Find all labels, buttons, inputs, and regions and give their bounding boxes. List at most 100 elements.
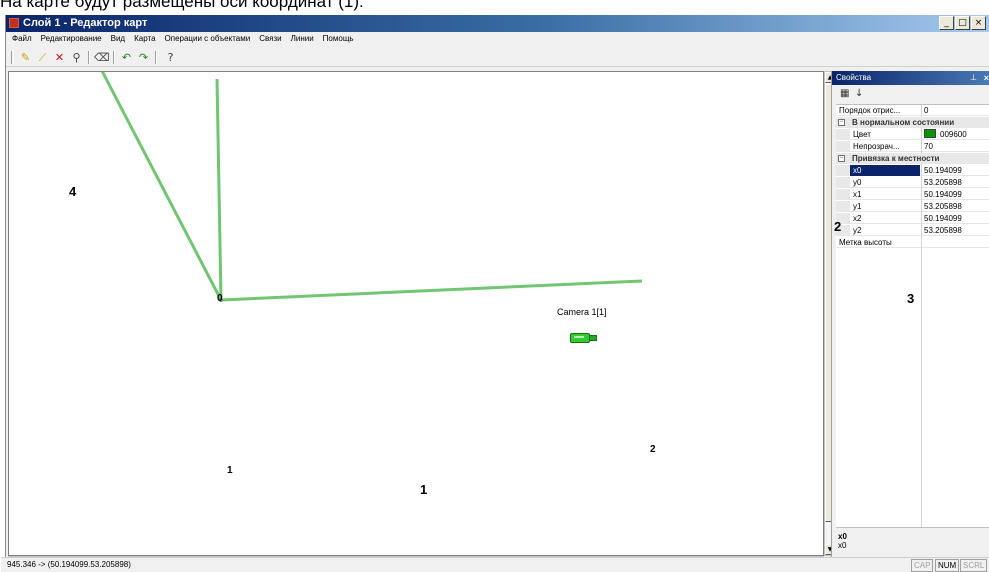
- menu-view[interactable]: Вид: [111, 32, 125, 46]
- properties-title-bar: Свойства ⊥ ×: [832, 71, 989, 85]
- property-name: y0: [853, 178, 862, 187]
- close-button[interactable]: ×: [971, 16, 986, 30]
- indicator-num: NUM: [935, 559, 960, 572]
- node-icon[interactable]: ⚲: [69, 50, 84, 65]
- map-canvas[interactable]: 0 1 2 Camera 1[1] 4 1: [8, 71, 824, 556]
- property-value-text: 0: [924, 106, 929, 115]
- alphabetical-sort-icon[interactable]: ↓: [855, 88, 863, 99]
- row-gutter: [836, 141, 850, 152]
- property-value-text: 70: [924, 142, 933, 151]
- property-value[interactable]: 53.205898: [921, 177, 989, 188]
- redo-icon[interactable]: ↷: [136, 50, 151, 65]
- property-name: Цвет: [853, 130, 871, 139]
- property-row[interactable]: x0 50.194099: [836, 165, 989, 176]
- annotation-4: 4: [69, 184, 77, 199]
- undo-icon[interactable]: ↶: [119, 50, 134, 65]
- row-gutter: [836, 129, 850, 140]
- description-text: x0: [838, 541, 847, 550]
- help-icon[interactable]: ?: [163, 50, 178, 65]
- property-value[interactable]: [921, 237, 989, 248]
- app-icon: [9, 18, 19, 28]
- color-swatch: [924, 129, 936, 138]
- menu-object-operations[interactable]: Операции с объектами: [165, 32, 251, 46]
- document-caption: На карте будут размещены оси координат (…: [0, 0, 364, 11]
- indicator-cap: CAP: [911, 559, 934, 572]
- property-row[interactable]: Непрозрач... 70: [836, 141, 989, 152]
- property-name: x2: [853, 214, 862, 223]
- toolbar-grip[interactable]: [11, 51, 14, 64]
- axis-label-0: 0: [217, 293, 223, 304]
- minimize-button[interactable]: _: [939, 16, 954, 30]
- category-label: Привязка к местности: [852, 154, 940, 163]
- property-value-text: 50.194099: [924, 214, 962, 223]
- status-coordinates: 945.346 -> (50.194099.53.205898): [7, 560, 131, 569]
- delete-icon[interactable]: ✕: [52, 50, 67, 65]
- row-gutter: [836, 201, 850, 212]
- property-value-text: 53.205898: [924, 202, 962, 211]
- property-name: x1: [853, 190, 862, 199]
- toolbar-separator: [88, 51, 90, 64]
- property-row[interactable]: Метка высоты: [836, 237, 989, 248]
- add-point-icon[interactable]: ✎: [18, 50, 33, 65]
- property-row[interactable]: y1 53.205898: [836, 201, 989, 212]
- property-name: Непрозрач...: [853, 142, 900, 151]
- property-value-text: 50.194099: [924, 190, 962, 199]
- description-title: x0: [838, 532, 847, 541]
- map-overlay: 0 1 2 Camera 1[1] 4 1: [9, 72, 823, 555]
- property-category[interactable]: − В нормальном состоянии: [836, 117, 989, 128]
- category-label: В нормальном состоянии: [852, 118, 955, 127]
- property-row[interactable]: y0 53.205898: [836, 177, 989, 188]
- erase-icon[interactable]: ⌫: [94, 50, 110, 65]
- menu-file[interactable]: Файл: [12, 32, 32, 46]
- property-category[interactable]: − Привязка к местности: [836, 153, 989, 164]
- property-value[interactable]: 0: [921, 105, 989, 116]
- camera-label: Camera 1[1]: [557, 307, 607, 317]
- annotation-1: 1: [420, 482, 428, 497]
- indicator-scrl: SCRL: [960, 559, 988, 572]
- collapse-icon[interactable]: −: [838, 119, 845, 126]
- toolbar-separator: [113, 51, 115, 64]
- properties-title: Свойства: [836, 73, 872, 82]
- property-value-text: 009600: [940, 130, 967, 139]
- collapse-icon[interactable]: −: [838, 155, 845, 162]
- menu-links[interactable]: Связи: [259, 32, 281, 46]
- property-name: y1: [853, 202, 862, 211]
- status-bar: 945.346 -> (50.194099.53.205898) CAP NUM…: [1, 557, 989, 572]
- property-name: x0: [850, 165, 920, 176]
- properties-toolbar: ▦ ↓: [832, 86, 989, 103]
- property-row[interactable]: x2 50.194099: [836, 213, 989, 224]
- draw-line-icon[interactable]: ⟋: [35, 50, 50, 65]
- property-value[interactable]: 53.205898: [921, 201, 989, 212]
- property-row[interactable]: Порядок отрис... 0: [836, 105, 989, 116]
- row-gutter: [836, 177, 850, 188]
- toolbar-separator: [155, 51, 157, 64]
- property-value[interactable]: 53.205898: [921, 225, 989, 236]
- property-value[interactable]: 70: [921, 141, 989, 152]
- menu-lines[interactable]: Линии: [291, 32, 314, 46]
- menu-help[interactable]: Помощь: [323, 32, 354, 46]
- camera-icon[interactable]: [570, 332, 598, 344]
- property-name: Метка высоты: [839, 238, 892, 247]
- properties-close-icon[interactable]: ×: [984, 71, 989, 85]
- property-value[interactable]: 50.194099: [921, 213, 989, 224]
- menu-edit[interactable]: Редактирование: [41, 32, 102, 46]
- menu-map[interactable]: Карта: [134, 32, 155, 46]
- property-value[interactable]: 50.194099: [921, 189, 989, 200]
- property-value-text: 53.205898: [924, 226, 962, 235]
- row-gutter: [836, 189, 850, 200]
- map-editor-window: Слой 1 - Редактор карт _ □ × Файл Редакт…: [1, 15, 989, 572]
- maximize-button[interactable]: □: [955, 16, 970, 30]
- pin-icon[interactable]: ⊥: [970, 71, 977, 85]
- screen: На карте будут размещены оси координат (…: [0, 0, 989, 572]
- menu-bar: Файл Редактирование Вид Карта Операции с…: [6, 32, 989, 46]
- title-bar[interactable]: Слой 1 - Редактор карт _ □ ×: [6, 15, 989, 32]
- property-row[interactable]: x1 50.194099: [836, 189, 989, 200]
- property-value[interactable]: 50.194099: [921, 165, 989, 176]
- property-row[interactable]: y2 53.205898: [836, 225, 989, 236]
- property-value-text: 53.205898: [924, 178, 962, 187]
- categorized-view-icon[interactable]: ▦: [840, 88, 849, 99]
- property-value[interactable]: 009600: [921, 129, 989, 140]
- annotation-3: 3: [907, 291, 915, 306]
- property-row[interactable]: Цвет 009600: [836, 129, 989, 140]
- row-gutter: [836, 165, 850, 176]
